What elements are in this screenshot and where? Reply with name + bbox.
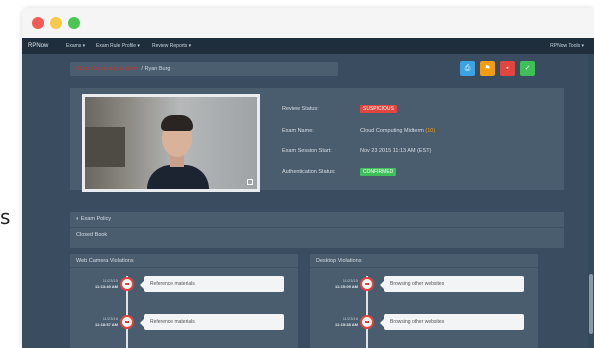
approve-button[interactable]: ✓ <box>520 61 535 76</box>
monitor-icon[interactable] <box>360 277 374 291</box>
webcam-violations-title: Web Camera Violations <box>70 254 298 268</box>
violation-card[interactable]: Reference materials <box>140 276 284 292</box>
main-content: Cloud Computing Midterm / Ryan Burg ⎙ ⚑ … <box>70 54 564 348</box>
delete-button[interactable]: ▪ <box>500 61 515 76</box>
print-button[interactable]: ⎙ <box>460 61 475 76</box>
side-letter: s <box>0 205 11 229</box>
violation-card[interactable]: Reference materials <box>140 314 284 330</box>
desktop-violations-panel: Desktop Violations 11/23/15 11:15:09 AM B… <box>310 254 538 348</box>
exam-policy-body: Closed Book <box>76 232 108 238</box>
camera-icon[interactable] <box>120 315 134 329</box>
exam-name-label: Exam Name: <box>282 128 314 134</box>
auth-status-label: Authentication Status: <box>282 169 336 175</box>
timeline-timestamp: 11/23/15 11:13:40 AM <box>95 278 118 289</box>
exam-policy-panel: ◐ Exam Policy Closed Book <box>70 212 564 248</box>
flag-button[interactable]: ⚑ <box>480 61 495 76</box>
breadcrumb: Cloud Computing Midterm / Ryan Burg <box>70 62 338 76</box>
trash-icon: ▪ <box>506 65 509 72</box>
app-area: RPNow Exams ▾ Exam Rule Profile ▾ Review… <box>22 38 594 348</box>
desktop-violations-title: Desktop Violations <box>310 254 538 268</box>
review-panel: Review Status: SUSPICIOUS Exam Name: Clo… <box>70 88 564 192</box>
review-status-label: Review Status: <box>282 106 319 112</box>
top-navbar: RPNow Exams ▾ Exam Rule Profile ▾ Review… <box>22 38 594 54</box>
window-titlebar <box>22 8 594 38</box>
camera-icon[interactable] <box>120 277 134 291</box>
timeline-entry[interactable]: 11/23/15 11:15:09 AM Browsing other websi… <box>310 276 538 298</box>
timeline-timestamp: 11/23/15 11:15:38 AM <box>335 316 358 327</box>
breadcrumb-current: Ryan Burg <box>144 66 171 72</box>
auth-status-badge: CONFIRMED <box>360 168 397 176</box>
minimize-window-button[interactable] <box>50 17 62 29</box>
video-person-body <box>147 165 209 189</box>
violation-card[interactable]: Browsing other websites <box>380 314 524 330</box>
webcam-violations-panel: Web Camera Violations 11/23/15 11:13:40 A… <box>70 254 298 348</box>
nav-menu-review-reports[interactable]: Review Reports ▾ <box>152 43 191 49</box>
breadcrumb-parent-link[interactable]: Cloud Computing Midterm <box>76 66 140 72</box>
exam-policy-title: Exam Policy <box>80 216 112 222</box>
breadcrumb-separator: / <box>141 66 143 72</box>
info-icon: ◐ <box>76 216 80 222</box>
nav-menu-exam-rule-profile[interactable]: Exam Rule Profile ▾ <box>96 43 140 49</box>
timeline-timestamp: 11/23/15 11:15:09 AM <box>335 278 358 289</box>
violation-card[interactable]: Browsing other websites <box>380 276 524 292</box>
timeline-entry[interactable]: 11/23/15 11:15:38 AM Browsing other websi… <box>310 314 538 336</box>
video-person-hair <box>161 115 193 131</box>
page-scrollbar[interactable] <box>588 54 594 348</box>
timeline-timestamp: 11/23/15 11:18:57 AM <box>95 316 118 327</box>
close-window-button[interactable] <box>32 17 44 29</box>
video-shelf <box>85 127 125 167</box>
nav-menu-exams[interactable]: Exams ▾ <box>66 43 85 49</box>
session-start-value: Nov 23 2015 11:13 AM (EST) <box>360 148 432 154</box>
check-icon: ✓ <box>524 65 531 72</box>
webcam-video[interactable] <box>82 94 260 192</box>
browser-window: RPNow Exams ▾ Exam Rule Profile ▾ Review… <box>22 8 594 348</box>
review-status-badge: SUSPICIOUS <box>360 105 397 113</box>
timeline-entry[interactable]: 11/23/15 11:18:57 AM Reference materials <box>70 314 298 336</box>
scrollbar-thumb[interactable] <box>589 274 593 334</box>
maximize-window-button[interactable] <box>68 17 80 29</box>
timeline-entry[interactable]: 11/23/15 11:13:40 AM Reference materials <box>70 276 298 298</box>
brand-logo[interactable]: RPNow <box>28 43 48 49</box>
session-start-label: Exam Session Start: <box>282 148 332 154</box>
exam-name-value: Cloud Computing Midterm <box>360 128 424 134</box>
exam-name-tag[interactable]: (10) <box>425 128 435 134</box>
print-icon: ⎙ <box>464 65 471 72</box>
nav-menu-tools[interactable]: RPNow Tools ▾ <box>550 43 584 49</box>
flag-icon: ⚑ <box>484 65 491 72</box>
fullscreen-icon[interactable] <box>247 179 253 185</box>
monitor-icon[interactable] <box>360 315 374 329</box>
